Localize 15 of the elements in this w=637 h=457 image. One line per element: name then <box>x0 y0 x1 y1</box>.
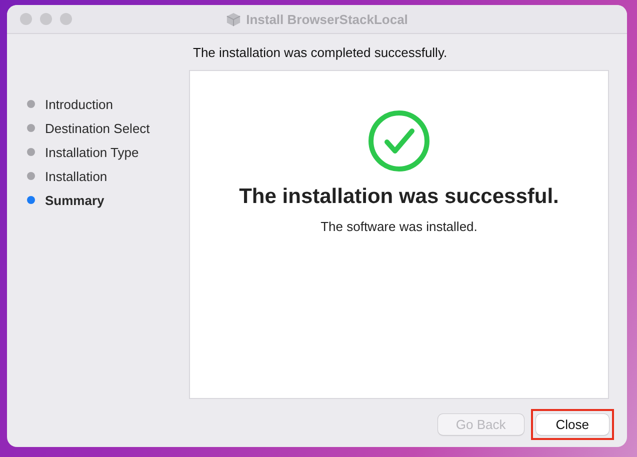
success-message: The software was installed. <box>320 219 478 234</box>
package-icon <box>226 12 242 26</box>
step-item: Installation Type <box>27 140 189 164</box>
minimize-window-icon[interactable] <box>40 13 52 25</box>
close-window-icon[interactable] <box>20 13 32 25</box>
checkmark-icon <box>367 109 431 173</box>
window-title: Install BrowserStackLocal <box>246 12 408 26</box>
step-item: Installation <box>27 164 189 188</box>
zoom-window-icon[interactable] <box>60 13 72 25</box>
step-item: Summary <box>27 188 189 212</box>
step-item: Introduction <box>27 92 189 116</box>
success-title: The installation was successful. <box>239 185 559 209</box>
step-item: Destination Select <box>27 116 189 140</box>
dialog-button[interactable]: Close <box>536 414 609 435</box>
status-heading: The installation was completed successfully. <box>192 44 448 62</box>
